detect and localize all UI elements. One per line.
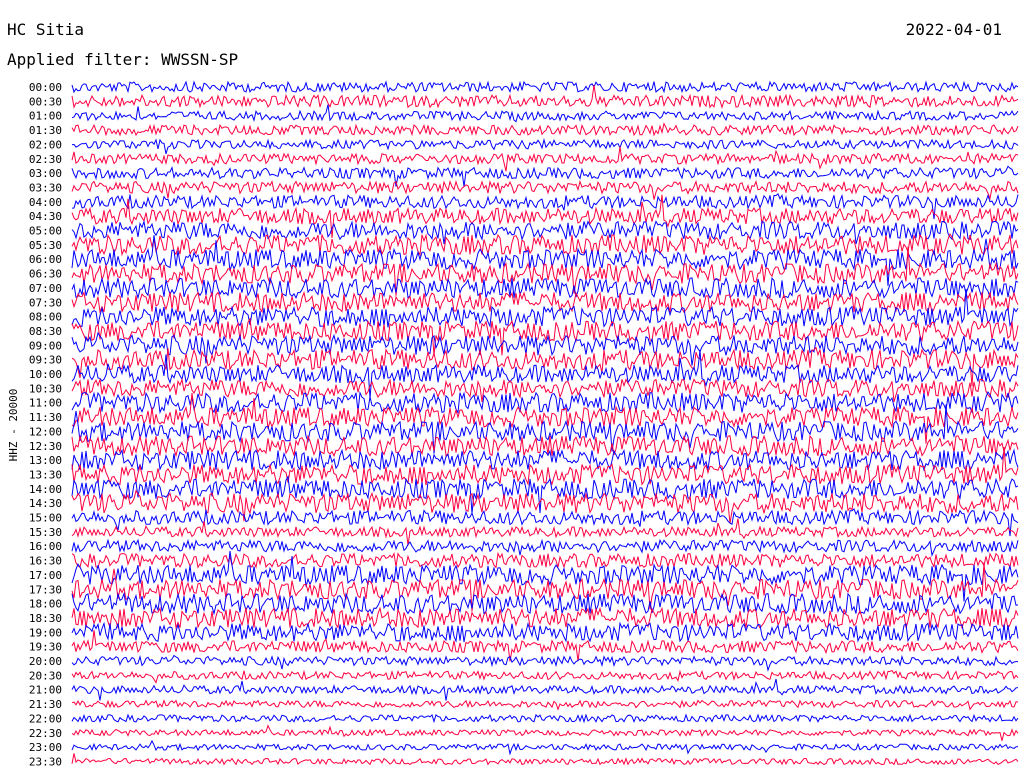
time-tick-label: 01:30 [29, 124, 62, 137]
time-tick-label: 05:30 [29, 239, 62, 252]
time-tick-label: 14:00 [29, 483, 62, 496]
time-tick-label: 10:00 [29, 368, 62, 381]
time-tick-label: 12:00 [29, 425, 62, 438]
date-label: 2022-04-01 [905, 20, 1002, 39]
filter-label: Applied filter: WWSSN-SP [7, 50, 239, 69]
trace-row [71, 146, 1019, 172]
time-tick-label: 15:30 [29, 526, 62, 539]
time-tick-label: 05:00 [29, 225, 62, 238]
trace-row [71, 538, 1019, 558]
time-tick-label: 08:00 [29, 311, 62, 324]
time-tick-label: 07:30 [29, 296, 62, 309]
time-tick-label: 09:00 [29, 339, 62, 352]
time-tick-label: 01:00 [29, 110, 62, 123]
time-tick-label: 20:00 [29, 655, 62, 668]
trace-row [71, 606, 1019, 631]
time-tick-labels: 00:0000:30 01:0001:3002:00 02:3003:0003:30… [29, 81, 62, 768]
time-tick-label: 14:30 [29, 497, 62, 510]
trace-row [71, 80, 1019, 94]
seismogram-plot: 00:0000:30 01:0001:3002:00 02:3003:0003:30… [7, 80, 1019, 768]
trace-row [71, 390, 1019, 415]
trace-row [71, 232, 1019, 257]
trace-row [71, 346, 1019, 387]
trace-row [71, 317, 1019, 356]
trace-row [71, 713, 1019, 724]
time-tick-label: 17:30 [29, 583, 62, 596]
time-tick-label: 10:30 [29, 382, 62, 395]
time-tick-label: 16:30 [29, 555, 62, 568]
time-tick-label: 11:00 [29, 397, 62, 410]
time-tick-label: 21:00 [29, 684, 62, 697]
time-tick-label: 21:30 [29, 698, 62, 711]
time-tick-label: 22:00 [29, 712, 62, 725]
time-tick-label: 13:00 [29, 454, 62, 467]
time-tick-label: 02:30 [29, 153, 62, 166]
trace-row [71, 699, 1018, 711]
time-tick-label: 19:00 [29, 626, 62, 639]
time-tick-label: 23:30 [29, 755, 62, 768]
time-tick-label: 06:00 [29, 253, 62, 266]
time-tick-label: 13:30 [29, 468, 62, 481]
time-tick-label: 18:30 [29, 612, 62, 625]
time-tick-label: 15:00 [29, 512, 62, 525]
trace-row [71, 739, 1019, 756]
time-tick-label: 04:30 [29, 210, 62, 223]
time-tick-label: 07:00 [29, 282, 62, 295]
time-tick-label: 11:30 [29, 411, 62, 424]
trace-row [71, 219, 1019, 245]
trace-row [71, 179, 1019, 201]
time-tick-label: 03:30 [29, 181, 62, 194]
trace-row [71, 349, 1019, 399]
trace-row [71, 654, 1018, 672]
time-tick-label: 18:00 [29, 598, 62, 611]
time-tick-label: 22:30 [29, 727, 62, 740]
time-tick-label: 00:30 [29, 95, 62, 108]
time-tick-label: 12:30 [29, 440, 62, 453]
trace-row [71, 753, 1019, 766]
trace-row [71, 678, 1019, 701]
trace-row [71, 122, 1019, 137]
time-tick-label: 00:00 [29, 81, 62, 94]
time-tick-label: 06:30 [29, 268, 62, 281]
time-tick-label: 19:30 [29, 641, 62, 654]
trace-row [71, 194, 1019, 238]
time-tick-label: 16:00 [29, 540, 62, 553]
time-tick-label: 03:00 [29, 167, 62, 180]
time-tick-label: 04:00 [29, 196, 62, 209]
time-tick-label: 09:30 [29, 354, 62, 367]
time-tick-label: 02:00 [29, 138, 62, 151]
trace-row [71, 377, 1019, 403]
time-tick-label: 17:00 [29, 569, 62, 582]
trace-row [71, 669, 1019, 684]
trace-row [71, 433, 1019, 458]
trace-group [71, 80, 1019, 766]
time-tick-label: 23:00 [29, 741, 62, 754]
time-tick-label: 08:30 [29, 325, 62, 338]
trace-row [71, 137, 1019, 155]
station-title: HC Sitia [7, 20, 85, 39]
trace-row [71, 446, 1019, 486]
trace-row [71, 724, 1019, 741]
trace-row [71, 104, 1019, 123]
trace-row [71, 85, 1019, 110]
y-axis-label: HHZ - 20000 [7, 389, 20, 462]
trace-row [71, 508, 1019, 537]
trace-row [71, 193, 1019, 220]
time-tick-label: 20:30 [29, 669, 62, 682]
